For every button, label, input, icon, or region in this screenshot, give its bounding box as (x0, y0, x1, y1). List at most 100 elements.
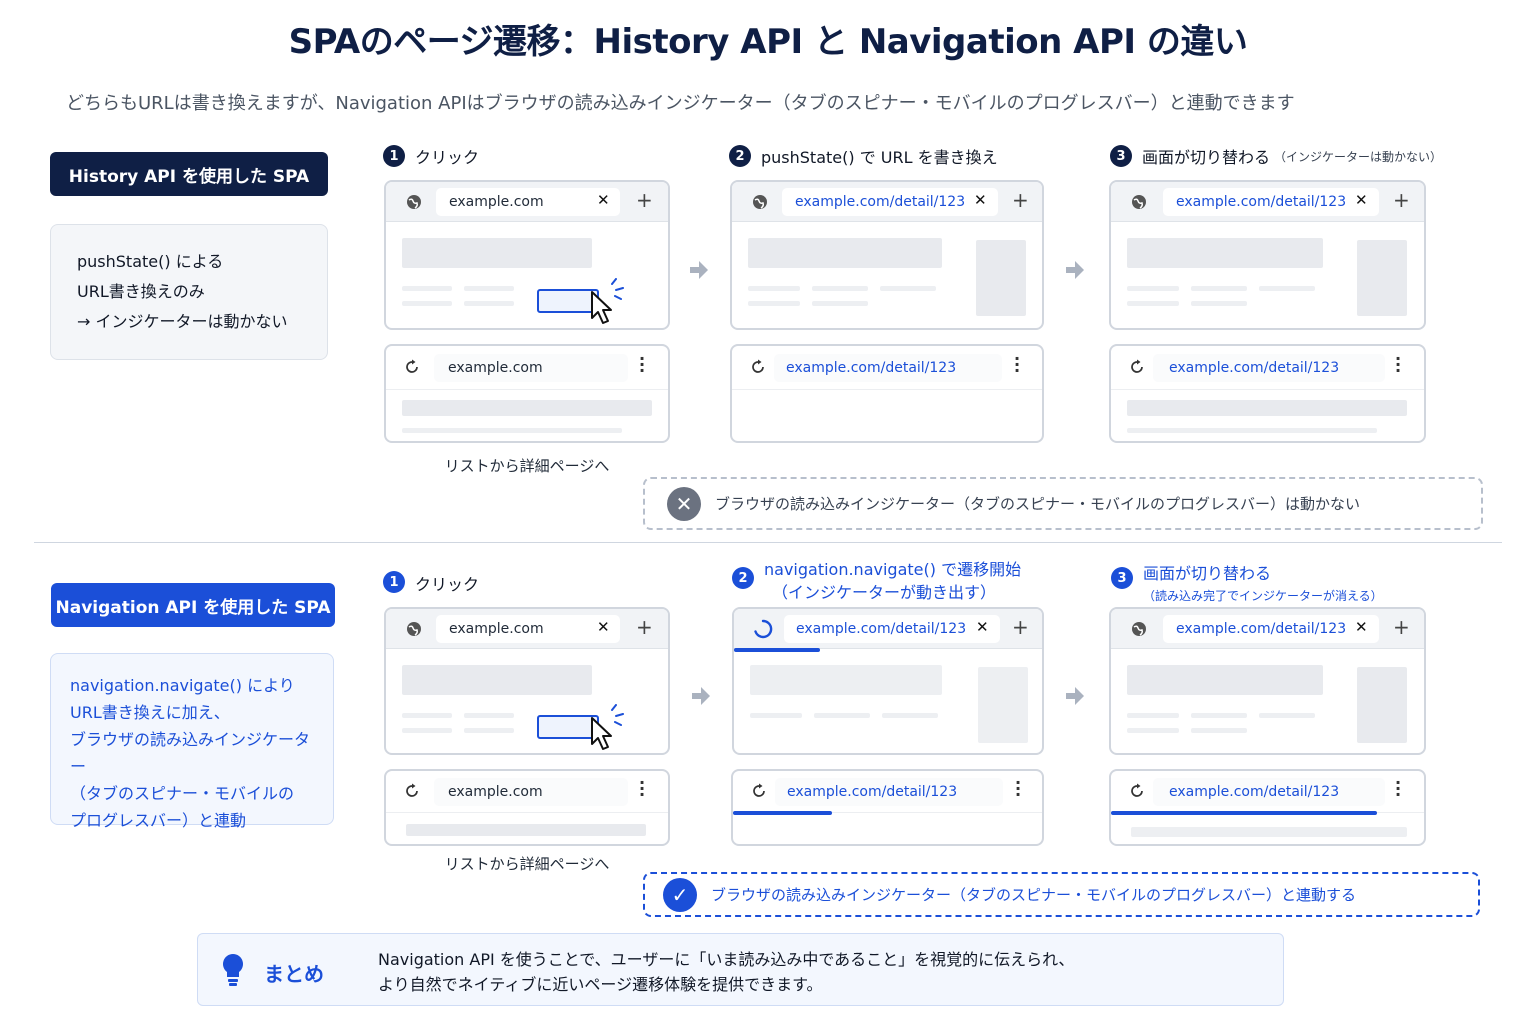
content-placeholder (748, 238, 942, 268)
content-placeholder (1191, 301, 1247, 306)
navigation-desktop-window-2: example.com/detail/123 ✕ + (732, 607, 1044, 755)
reload-icon[interactable] (751, 783, 767, 799)
mobile-url-bar: example.com · · · (386, 346, 668, 390)
content-placeholder (402, 238, 592, 268)
cursor-icon (591, 278, 624, 324)
more-vert-icon[interactable]: · · · (1015, 775, 1021, 803)
check-circle-icon: ✓ (663, 877, 697, 912)
history-desc-line: pushState() による (77, 252, 224, 271)
plus-icon[interactable]: + (1393, 188, 1410, 212)
plus-icon[interactable]: + (636, 615, 653, 639)
navigation-mobile-window-1: example.com · · · (384, 769, 670, 846)
step-note: （インジケーターは動かない） (1274, 149, 1443, 164)
navigation-desktop-window-3: example.com/detail/123 ✕ + (1109, 607, 1426, 755)
reload-icon[interactable] (750, 359, 766, 375)
browser-tab[interactable]: example.com/detail/123 ✕ (784, 615, 1000, 643)
section-divider (34, 542, 1502, 543)
address-field[interactable]: example.com/detail/123 (775, 778, 1003, 806)
tab-url: example.com/detail/123 (796, 621, 967, 637)
close-icon[interactable]: ✕ (974, 191, 987, 209)
history-step-2: 2 pushState() で URL を書き換え (729, 144, 998, 168)
content-placeholder (402, 286, 452, 291)
content-placeholder (882, 713, 938, 718)
history-caption: リストから詳細ページへ (444, 457, 610, 475)
more-vert-icon[interactable]: · · · (639, 351, 645, 379)
summary-line: Navigation API を使うことで、ユーザーに「いま読み込み中であること… (378, 950, 1075, 969)
content-placeholder (750, 713, 802, 718)
step-label: 画面が切り替わる (1143, 564, 1272, 583)
content-placeholder (402, 665, 592, 695)
loading-progress-bar (1111, 811, 1378, 815)
globe-icon (753, 195, 767, 209)
more-vert-icon[interactable]: · · · (1395, 351, 1401, 379)
history-desc-line: → インジケーターは動かない (77, 312, 288, 331)
history-step-1: 1 クリック (383, 144, 479, 168)
address-field[interactable]: example.com (434, 778, 628, 806)
address-field[interactable]: example.com/detail/123 (1153, 354, 1385, 382)
plus-icon[interactable]: + (1012, 188, 1029, 212)
address-url: example.com (448, 360, 543, 376)
reload-icon[interactable] (404, 783, 420, 799)
content-placeholder (402, 728, 452, 733)
content-placeholder (1191, 713, 1247, 718)
step-sub: （読み込み完了でインジケーターが消える） (1143, 589, 1383, 603)
globe-icon (1132, 195, 1146, 209)
content-placeholder (1357, 240, 1407, 316)
content-placeholder (812, 301, 868, 306)
content-placeholder (814, 713, 870, 718)
browser-tab[interactable]: example.com ✕ (436, 188, 620, 216)
more-vert-icon[interactable]: · · · (1014, 351, 1020, 379)
more-vert-icon[interactable]: · · · (639, 775, 645, 803)
browser-tab[interactable]: example.com/detail/123 ✕ (1163, 188, 1379, 216)
summary-box: まとめ Navigation API を使うことで、ユーザーに「いま読み込み中で… (197, 933, 1284, 1006)
navigation-desktop-window-1: example.com ✕ + (384, 607, 670, 755)
tab-bar: example.com/detail/123 ✕ + (1111, 182, 1424, 222)
spinner-icon (754, 619, 773, 639)
history-desc-line: URL書き換えのみ (77, 282, 205, 301)
browser-tab[interactable]: example.com/detail/123 ✕ (1163, 615, 1379, 643)
tab-bar: example.com ✕ + (386, 182, 668, 222)
reload-icon[interactable] (1129, 783, 1145, 799)
navigation-badge: Navigation API を使用した SPA (51, 583, 335, 627)
navigation-desc-line: URL書き換えに加え、 (70, 703, 230, 722)
content-placeholder (464, 713, 514, 718)
plus-icon[interactable]: + (636, 188, 653, 212)
step-label: pushState() で URL を書き換え (761, 148, 998, 167)
address-url: example.com/detail/123 (1169, 360, 1340, 376)
navigation-mobile-window-3: example.com/detail/123 · · · (1109, 769, 1426, 846)
browser-tab[interactable]: example.com ✕ (436, 615, 620, 643)
reload-icon[interactable] (1129, 359, 1145, 375)
content-placeholder (1127, 400, 1407, 416)
reload-icon[interactable] (404, 359, 420, 375)
browser-tab[interactable]: example.com/detail/123 ✕ (782, 188, 998, 216)
plus-icon[interactable]: + (1393, 615, 1410, 639)
tab-url: example.com (449, 194, 544, 210)
plus-icon[interactable]: + (1012, 615, 1029, 639)
history-desktop-window-3: example.com/detail/123 ✕ + (1109, 180, 1426, 330)
address-url: example.com/detail/123 (787, 784, 958, 800)
close-icon[interactable]: ✕ (597, 191, 610, 209)
arrow-right-icon (1066, 687, 1084, 705)
arrow-right-icon (690, 261, 708, 279)
step-number: 1 (383, 571, 405, 593)
history-mobile-window-1: example.com · · · (384, 344, 670, 443)
more-vert-icon[interactable]: · · · (1395, 775, 1401, 803)
address-field[interactable]: example.com (434, 354, 628, 382)
globe-icon (407, 195, 421, 209)
history-desc: pushState() による URL書き換えのみ → インジケーターは動かない (50, 224, 328, 360)
step-number: 1 (383, 145, 405, 167)
tab-url: example.com (449, 621, 544, 637)
address-field[interactable]: example.com/detail/123 (1153, 778, 1385, 806)
navigation-desc: navigation.navigate() により URL書き換えに加え、 ブラ… (50, 653, 334, 830)
globe-icon (407, 622, 421, 636)
content-placeholder (1127, 286, 1179, 291)
address-field[interactable]: example.com/detail/123 (774, 354, 1002, 382)
step-label: クリック (415, 148, 480, 167)
content-placeholder (402, 428, 622, 433)
close-icon[interactable]: ✕ (1355, 618, 1368, 636)
close-icon[interactable]: ✕ (976, 618, 989, 636)
history-mobile-window-3: example.com/detail/123 · · · (1109, 344, 1426, 443)
content-placeholder (402, 301, 452, 306)
close-icon[interactable]: ✕ (1355, 191, 1368, 209)
close-icon[interactable]: ✕ (597, 618, 610, 636)
